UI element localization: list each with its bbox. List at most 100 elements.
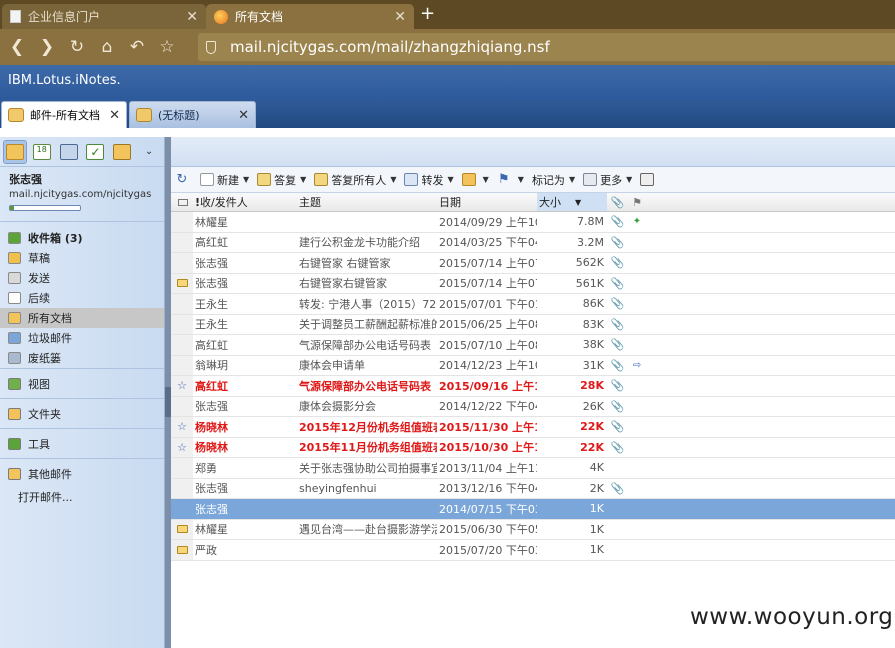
mail-app-button[interactable] <box>3 139 27 164</box>
print-button[interactable] <box>640 173 657 186</box>
close-icon[interactable]: ✕ <box>238 108 249 123</box>
browser-tab-portal[interactable]: 企业信息门户 ✕ <box>2 4 206 29</box>
close-icon[interactable]: ✕ <box>186 9 198 25</box>
section-tools[interactable]: 工具 <box>0 428 164 458</box>
new-button[interactable]: 新建 ▼ <box>200 172 249 188</box>
row-size: 2K <box>589 481 604 495</box>
row-from: 杨晓林 <box>195 420 228 434</box>
tab-untitled[interactable]: (无标题) ✕ <box>129 101 256 128</box>
follow-up-button[interactable]: ⚑ ▼ <box>497 172 524 187</box>
header-size[interactable]: 大小 ▼ <box>537 193 607 211</box>
section-folder[interactable]: 文件夹 <box>0 398 164 428</box>
forward-icon[interactable]: ❯ <box>32 37 62 57</box>
row-attachment: 📎 <box>607 294 626 314</box>
table-row[interactable]: 高红虹 气源保障部办公电话号码表 2015/07/10 上午08:4 38K 📎 <box>171 335 895 356</box>
brand-logo-text: IBM.Lotus.iNotes. <box>8 73 121 88</box>
header-from[interactable]: ! 收/发件人 <box>193 193 297 211</box>
row-marker <box>171 253 193 273</box>
row-date: 2015/07/14 上午07:4 <box>439 277 537 291</box>
row-size: 22K <box>580 440 604 454</box>
chevron-down-icon: ⌄ <box>144 146 154 157</box>
row-size: 1K <box>589 502 604 516</box>
all-docs-icon <box>8 312 21 324</box>
row-followup <box>626 376 646 396</box>
home-icon[interactable]: ⌂ <box>92 37 122 57</box>
header-attachment[interactable]: 📎 <box>607 193 626 211</box>
back-icon[interactable]: ❮ <box>2 37 32 57</box>
header-followup[interactable]: ⚑ <box>626 193 646 211</box>
sidebar-item-inbox[interactable]: 收件箱 (3) <box>0 228 164 248</box>
section-views[interactable]: 视图 <box>0 368 164 398</box>
document-icon <box>10 10 21 23</box>
forward-button[interactable]: 转发 ▼ <box>404 172 454 188</box>
sidebar-item-draft[interactable]: 草稿 <box>0 248 164 268</box>
calendar-app-button[interactable]: 18 <box>30 140 54 164</box>
table-row[interactable]: 王永生 关于调整员工薪酬起薪标准的2015/06/25 上午08:3 83K 📎 <box>171 314 895 335</box>
reply-icon <box>257 173 272 186</box>
contacts-app-button[interactable] <box>57 140 81 164</box>
new-tab-button[interactable]: + <box>420 3 435 24</box>
table-row[interactable]: 林耀星 2014/09/29 上午10:1 7.8M 📎 ✦ <box>171 212 895 233</box>
sidebar-item-trash[interactable]: 废纸篓 <box>0 348 164 368</box>
row-subject: 关于调整员工薪酬起薪标准的 <box>299 318 437 332</box>
mark-as-button[interactable]: 标记为 ▼ <box>532 172 575 188</box>
table-row[interactable]: 张志强 康体会摄影分会 2014/12/22 下午04:5 26K 📎 <box>171 396 895 417</box>
sidebar-item-junk[interactable]: 垃圾邮件 <box>0 328 164 348</box>
contacts-icon <box>59 143 78 160</box>
row-from: 郑勇 <box>195 461 217 475</box>
table-row[interactable]: 张志强 2014/07/15 下午03:1 1K <box>171 499 895 520</box>
paperclip-icon: 📎 <box>610 379 625 393</box>
bookmark-star-icon[interactable]: ☆ <box>152 37 182 57</box>
notebook-app-button[interactable] <box>110 140 134 164</box>
delete-button[interactable]: 更多 ▼ <box>583 172 632 188</box>
reply-all-icon <box>314 173 329 186</box>
undo-icon[interactable]: ↶ <box>122 37 152 57</box>
row-subject: 转发: 宁港人事（2015）72号 <box>299 297 437 311</box>
refresh-button[interactable]: ↻ <box>175 172 192 187</box>
table-row[interactable]: 翁琳玥 康体会申请单 2014/12/23 上午10:5 31K 📎 ⇨ <box>171 355 895 376</box>
open-mail-link[interactable]: 打开邮件... <box>0 488 164 506</box>
browser-tab-all-docs[interactable]: 所有文档 ✕ <box>206 4 414 29</box>
table-row[interactable]: ☆ 杨晓林 2015年11月份机务组值班表2015/10/30 上午11:1 22K 📎 <box>171 437 895 458</box>
header-flag-col[interactable] <box>171 193 193 211</box>
sidebar-item-followup-flag[interactable]: 后续 <box>0 288 164 308</box>
table-row[interactable]: ☆ 杨晓林 2015年12月份机务组值班表2015/11/30 上午10:5 22K 📎 <box>171 417 895 438</box>
table-row[interactable]: 高红虹 建行公积金龙卡功能介绍 2014/03/25 下午04:1 3.2M 📎 <box>171 232 895 253</box>
close-icon[interactable]: ✕ <box>109 108 120 123</box>
header-subject[interactable]: 主题 <box>297 193 437 211</box>
row-size: 26K <box>582 399 604 413</box>
unread-envelope-icon <box>176 279 188 288</box>
table-row[interactable]: 郑勇 关于张志强协助公司拍摄事宜2013/11/04 上午11:1 4K <box>171 458 895 479</box>
table-row[interactable]: 严政 2015/07/20 下午03:3 1K <box>171 540 895 561</box>
reload-icon[interactable]: ↻ <box>62 37 92 57</box>
header-date[interactable]: 日期 <box>437 193 537 211</box>
table-row[interactable]: 张志强 sheyingfenhui 2013/12/16 下午04:0 2K 📎 <box>171 478 895 499</box>
sidebar-item-sent[interactable]: 发送 <box>0 268 164 288</box>
sidebar-item-label: 发送 <box>28 272 50 285</box>
row-attachment: 📎 <box>607 233 626 253</box>
close-icon[interactable]: ✕ <box>394 9 406 25</box>
reply-button[interactable]: 答复 ▼ <box>257 172 306 188</box>
header-from-label: 收/发件人 <box>200 196 248 209</box>
sidebar-item-label: 草稿 <box>28 252 50 265</box>
folder-button[interactable]: ▼ <box>461 173 489 186</box>
forward-icon <box>404 173 419 186</box>
row-followup: ⇨ <box>626 356 646 376</box>
section-other-mail[interactable]: 其他邮件 <box>0 458 164 488</box>
more-apps-button[interactable]: ⌄ <box>137 140 161 164</box>
table-row[interactable]: 张志强 右键管家 右键管家 2015/07/14 上午07:4 562K 📎 <box>171 253 895 274</box>
row-marker <box>171 396 193 416</box>
row-marker <box>171 478 193 498</box>
table-row[interactable]: 王永生 转发: 宁港人事（2015）72号2015/07/01 下午01:2 86K… <box>171 294 895 315</box>
table-row[interactable]: 张志强 右键管家右键管家 2015/07/14 上午07:4 561K 📎 <box>171 273 895 294</box>
tab-mail-all-docs[interactable]: 邮件-所有文档 ✕ <box>1 101 127 128</box>
sidebar-item-all-docs[interactable]: 所有文档 <box>0 308 164 328</box>
table-row[interactable]: 林耀星 遇见台湾——赴台摄影游学活2015/06/30 下午05:2 1K <box>171 519 895 540</box>
section-label: 视图 <box>28 377 50 391</box>
reply-all-button[interactable]: 答复所有人 ▼ <box>314 172 396 188</box>
table-row[interactable]: ☆ 高红虹 气源保障部办公电话号码表 2015/09/16 上午11:1 28K 📎 <box>171 376 895 397</box>
folder-icon <box>8 407 21 420</box>
address-bar[interactable]: mail.njcitygas.com/mail/zhangzhiqiang.ns… <box>198 33 895 61</box>
navigation-pane: 18 ✓ ⌄ 张志强 mail.njcitygas.com/njcitygas … <box>0 137 165 648</box>
todo-app-button[interactable]: ✓ <box>84 140 108 164</box>
